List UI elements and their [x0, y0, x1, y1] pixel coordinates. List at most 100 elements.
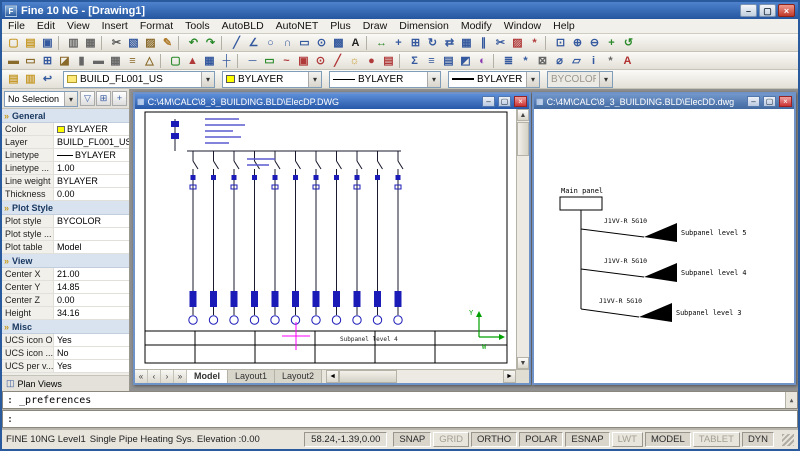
section-misc[interactable]: »Misc	[2, 320, 129, 334]
rectangle-icon[interactable]: ▭	[296, 35, 313, 51]
elecdd-drawing[interactable]: Main panelJ1VV-R 5G10Subpanel level 5J1V…	[534, 109, 794, 383]
new-icon[interactable]: ▢	[5, 35, 22, 51]
stairs-icon[interactable]: ≡	[124, 53, 141, 69]
layer-states-icon[interactable]: ▥	[22, 71, 39, 87]
drawing-window-elecdd[interactable]: ▦ C:\4M\CALC\8_3_BUILDING.BLD\ElecDD.dwg…	[532, 92, 796, 385]
mirror-icon[interactable]: ⇄	[441, 35, 458, 51]
menu-dimension[interactable]: Dimension	[393, 19, 455, 34]
tab-last-button[interactable]: »	[174, 370, 187, 383]
wall-icon[interactable]: ▬	[5, 53, 22, 69]
menu-tools[interactable]: Tools	[179, 19, 216, 34]
panel-icon[interactable]: ▣	[295, 53, 312, 69]
vertical-scrollbar[interactable]: ▲ ▼	[516, 109, 529, 369]
color-combo[interactable]: BYLAYER ▾	[222, 71, 322, 88]
resize-grip[interactable]	[782, 434, 794, 446]
titlebar[interactable]: F Fine 10 NG - [Drawing1] – ▢ ×	[2, 2, 798, 19]
toggle-esnap[interactable]: ESNAP	[565, 432, 609, 447]
section-general[interactable]: »General	[2, 109, 129, 123]
chevron-down-icon[interactable]: ▾	[308, 72, 321, 87]
rotate-icon[interactable]: ↻	[424, 35, 441, 51]
view-3d-icon[interactable]: ◩	[457, 53, 474, 69]
window-icon[interactable]: ⊞	[39, 53, 56, 69]
menu-plus[interactable]: Plus	[324, 19, 356, 34]
space-icon[interactable]: ▢	[167, 53, 184, 69]
scroll-down-icon[interactable]: ▼	[786, 408, 797, 409]
chevron-down-icon[interactable]: ▾	[64, 92, 77, 106]
zoom-window-icon[interactable]: ⊡	[552, 35, 569, 51]
menu-modify[interactable]: Modify	[455, 19, 498, 34]
schedule-icon[interactable]: ▤	[440, 53, 457, 69]
layer-previous-icon[interactable]: ↩	[39, 71, 56, 87]
move-icon[interactable]: +	[390, 35, 407, 51]
area-icon[interactable]: ▱	[568, 53, 585, 69]
zoom-out-icon[interactable]: ⊖	[586, 35, 603, 51]
axis-icon[interactable]: ┼	[218, 53, 235, 69]
settings-icon[interactable]: *	[602, 53, 619, 69]
pickadd-toggle-icon[interactable]: +	[112, 91, 127, 106]
distribution-icon[interactable]: ▤	[380, 53, 397, 69]
copy-icon[interactable]: ▧	[125, 35, 142, 51]
junction-icon[interactable]: ●	[363, 53, 380, 69]
menu-file[interactable]: File	[2, 19, 31, 34]
minimize-button[interactable]: –	[740, 4, 757, 17]
scroll-right-icon[interactable]: ►	[503, 370, 516, 383]
line-icon[interactable]: ╱	[228, 35, 245, 51]
menu-edit[interactable]: Edit	[31, 19, 61, 34]
chevron-down-icon[interactable]: ▾	[526, 72, 539, 87]
offset-icon[interactable]: ∥	[475, 35, 492, 51]
scrollbar-track[interactable]	[339, 370, 503, 383]
undo-icon[interactable]: ↶	[185, 35, 202, 51]
toggle-polar[interactable]: POLAR	[519, 432, 563, 447]
pipe-icon[interactable]: ─	[244, 53, 261, 69]
toggle-tablet[interactable]: TABLET	[693, 432, 740, 447]
close-button[interactable]: ×	[778, 4, 795, 17]
menu-window[interactable]: Window	[498, 19, 547, 34]
chevron-down-icon[interactable]: ▾	[201, 72, 214, 87]
scrollbar-thumb[interactable]	[517, 122, 529, 156]
north-icon[interactable]: ▲	[184, 53, 201, 69]
tab-first-button[interactable]: «	[135, 370, 148, 383]
elecdp-titlebar[interactable]: ▦ C:\4M\CALC\8_3_BUILDING.BLD\ElecDP.DWG…	[135, 94, 529, 109]
menu-autobld[interactable]: AutoBLD	[216, 19, 270, 34]
child-restore-button[interactable]: ▢	[763, 96, 776, 107]
menu-format[interactable]: Format	[134, 19, 179, 34]
column-icon[interactable]: ▮	[73, 53, 90, 69]
menu-autonet[interactable]: AutoNET	[270, 19, 325, 34]
toggle-ortho[interactable]: ORTHO	[471, 432, 517, 447]
explode-icon[interactable]: *	[526, 35, 543, 51]
tab-layout2[interactable]: Layout2	[275, 370, 322, 383]
paste-icon[interactable]: ▨	[142, 35, 159, 51]
toggle-grid[interactable]: GRID	[433, 432, 469, 447]
elecdp-drawing[interactable]: Subpanel level 4YW	[135, 109, 516, 369]
zoom-in-icon[interactable]: ⊕	[569, 35, 586, 51]
layer-combo[interactable]: BUILD_FL001_US ▾	[63, 71, 215, 88]
command-history[interactable]: : _preferences ▲▼	[2, 391, 798, 409]
horizontal-scrollbar[interactable]: ◄ ►	[326, 370, 516, 383]
polyline-icon[interactable]: ∠	[245, 35, 262, 51]
scroll-up-icon[interactable]: ▲	[786, 393, 797, 408]
scrollbar-thumb[interactable]	[339, 370, 397, 383]
layers-icon[interactable]: ≣	[500, 53, 517, 69]
roof-icon[interactable]: △	[141, 53, 158, 69]
socket-icon[interactable]: ⊙	[312, 53, 329, 69]
chevron-down-icon[interactable]: ▾	[427, 72, 440, 87]
child-minimize-button[interactable]: –	[747, 96, 760, 107]
tab-plan-views[interactable]: ◫ Plan Views	[2, 375, 129, 391]
cut-icon[interactable]: ✂	[108, 35, 125, 51]
circle-icon[interactable]: ○	[262, 35, 279, 51]
scroll-left-icon[interactable]: ◄	[326, 370, 339, 383]
open-icon[interactable]: ▤	[22, 35, 39, 51]
pan-icon[interactable]: +	[603, 35, 620, 51]
legend-icon[interactable]: ≡	[423, 53, 440, 69]
duct-icon[interactable]: ▭	[261, 53, 278, 69]
cable-icon[interactable]: ~	[278, 53, 295, 69]
text-icon[interactable]: A	[347, 35, 364, 51]
elecdd-titlebar[interactable]: ▦ C:\4M\CALC\8_3_BUILDING.BLD\ElecDD.dwg…	[534, 94, 794, 109]
print-icon[interactable]: ▥	[65, 35, 82, 51]
select-objects-icon[interactable]: ⊞	[96, 91, 111, 106]
quick-select-icon[interactable]: ▽	[80, 91, 95, 106]
child-restore-button[interactable]: ▢	[498, 96, 511, 107]
layer-properties-icon[interactable]: ▤	[5, 71, 22, 87]
hatch-icon[interactable]: ▩	[330, 35, 347, 51]
menu-help[interactable]: Help	[547, 19, 581, 34]
